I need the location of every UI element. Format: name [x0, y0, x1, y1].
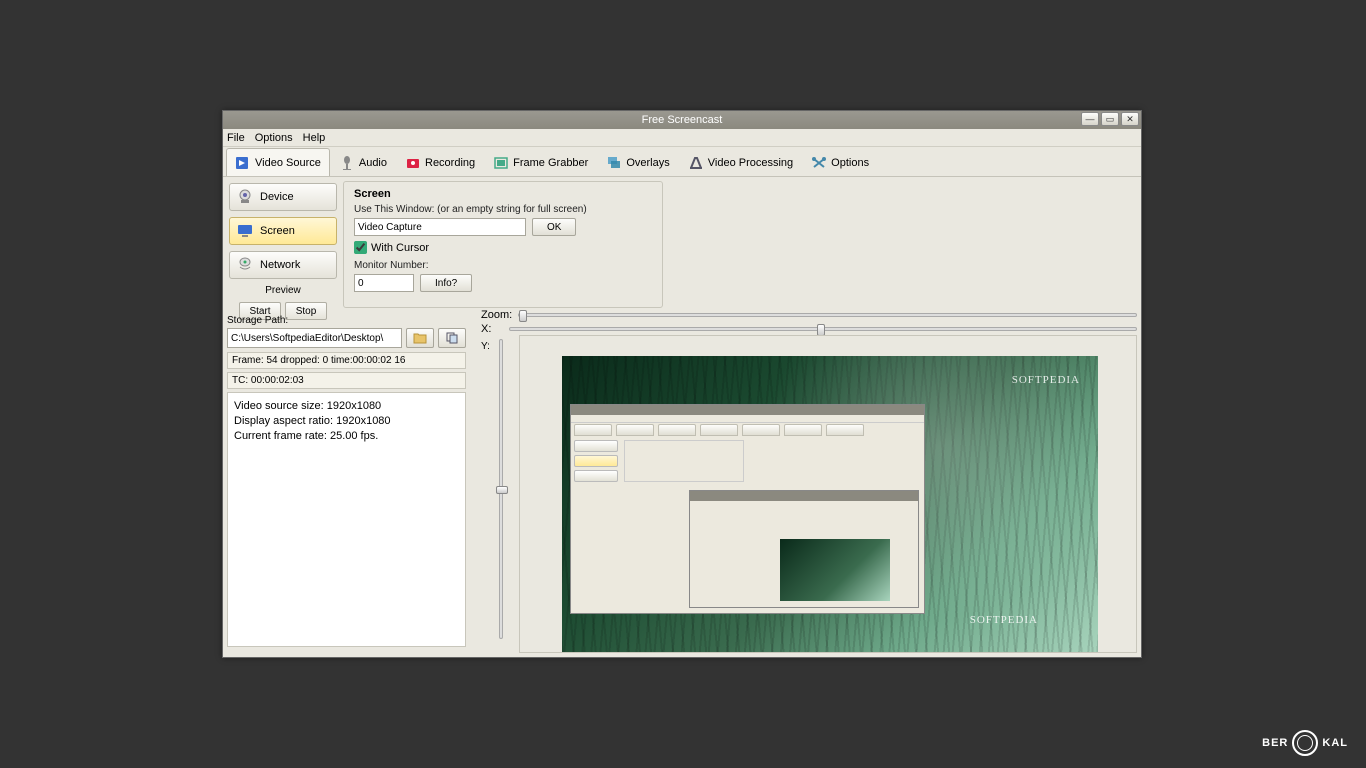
preview-canvas: SOFTPEDIA SOFTPEDIA	[519, 335, 1137, 653]
info-video-size: Video source size: 1920x1080	[234, 399, 459, 414]
video-processing-icon	[688, 155, 704, 171]
watermark-bottom: SOFTPEDIA	[970, 614, 1038, 626]
tab-audio[interactable]: Audio	[330, 148, 396, 176]
monitor-icon	[236, 223, 254, 239]
monitor-number-input[interactable]	[354, 274, 414, 292]
network-cam-icon	[236, 257, 254, 273]
zoom-slider-thumb[interactable]	[519, 310, 527, 322]
tab-bar: Video Source Audio Recording Frame Grabb…	[223, 147, 1141, 177]
menu-help[interactable]: Help	[303, 132, 326, 144]
source-screen-button[interactable]: Screen	[229, 217, 337, 245]
nested-window	[570, 404, 925, 614]
info-button[interactable]: Info?	[420, 274, 472, 292]
tab-overlays[interactable]: Overlays	[597, 148, 678, 176]
tab-video-processing[interactable]: Video Processing	[679, 148, 802, 176]
preview-label: Preview	[229, 285, 337, 296]
source-device-button[interactable]: Device	[229, 183, 337, 211]
tab-options[interactable]: Options	[802, 148, 878, 176]
titlebar: Free Screencast — ▭ ✕	[223, 111, 1141, 129]
info-aspect-ratio: Display aspect ratio: 1920x1080	[234, 414, 459, 429]
tab-video-source[interactable]: Video Source	[226, 148, 330, 176]
x-slider[interactable]	[509, 327, 1137, 331]
microphone-icon	[339, 155, 355, 171]
overlays-icon	[606, 155, 622, 171]
window-title: Free Screencast	[642, 114, 723, 126]
nested-window-2	[689, 490, 919, 608]
app-window: Free Screencast — ▭ ✕ File Options Help …	[222, 110, 1142, 658]
tab-frame-grabber[interactable]: Frame Grabber	[484, 148, 597, 176]
screen-group: Screen Use This Window: (or an empty str…	[343, 181, 663, 308]
close-button[interactable]: ✕	[1121, 112, 1139, 126]
with-cursor-label: With Cursor	[371, 242, 429, 254]
menu-options[interactable]: Options	[255, 132, 293, 144]
y-slider-thumb[interactable]	[496, 486, 508, 494]
frame-grabber-icon	[493, 155, 509, 171]
window-name-input[interactable]	[354, 218, 526, 236]
info-box: Video source size: 1920x1080 Display asp…	[227, 392, 466, 647]
recording-icon	[405, 155, 421, 171]
minimize-button[interactable]: —	[1081, 112, 1099, 126]
storage-path-label: Storage Path:	[227, 315, 466, 326]
captured-screen-image: SOFTPEDIA SOFTPEDIA	[562, 356, 1098, 653]
watermark-top: SOFTPEDIA	[1012, 374, 1080, 386]
menu-file[interactable]: File	[227, 132, 245, 144]
preview-area: Zoom: X: Y: SOFTPEDIA SOFTPEDIA	[481, 309, 1137, 653]
frame-status: Frame: 54 dropped: 0 time:00:00:02 16	[227, 352, 466, 369]
screen-group-title: Screen	[354, 188, 652, 200]
left-info-column: Storage Path: Frame: 54 dropped: 0 time:…	[227, 315, 466, 647]
menubar: File Options Help	[223, 129, 1141, 147]
watermark-brand: BERKAL	[1262, 730, 1348, 756]
y-slider[interactable]	[499, 339, 503, 639]
folder-icon	[413, 332, 427, 344]
options-icon	[811, 155, 827, 171]
fingerprint-icon	[1292, 730, 1318, 756]
source-network-button[interactable]: Network	[229, 251, 337, 279]
storage-path-input[interactable]	[227, 328, 402, 348]
browse-folder-button[interactable]	[406, 328, 434, 348]
zoom-slider[interactable]	[518, 313, 1137, 317]
y-label: Y:	[481, 341, 490, 352]
copy-icon	[445, 332, 459, 344]
tab-recording[interactable]: Recording	[396, 148, 484, 176]
zoom-label: Zoom:	[481, 309, 512, 321]
timecode-status: TC: 00:00:02:03	[227, 372, 466, 389]
copy-path-button[interactable]	[438, 328, 466, 348]
info-frame-rate: Current frame rate: 25.00 fps.	[234, 429, 459, 444]
maximize-button[interactable]: ▭	[1101, 112, 1119, 126]
ok-button[interactable]: OK	[532, 218, 576, 236]
x-label: X:	[481, 323, 503, 335]
with-cursor-checkbox[interactable]	[354, 241, 367, 254]
webcam-icon	[236, 189, 254, 205]
video-source-icon	[235, 155, 251, 171]
monitor-number-label: Monitor Number:	[354, 260, 652, 271]
use-window-label: Use This Window: (or an empty string for…	[354, 204, 652, 215]
